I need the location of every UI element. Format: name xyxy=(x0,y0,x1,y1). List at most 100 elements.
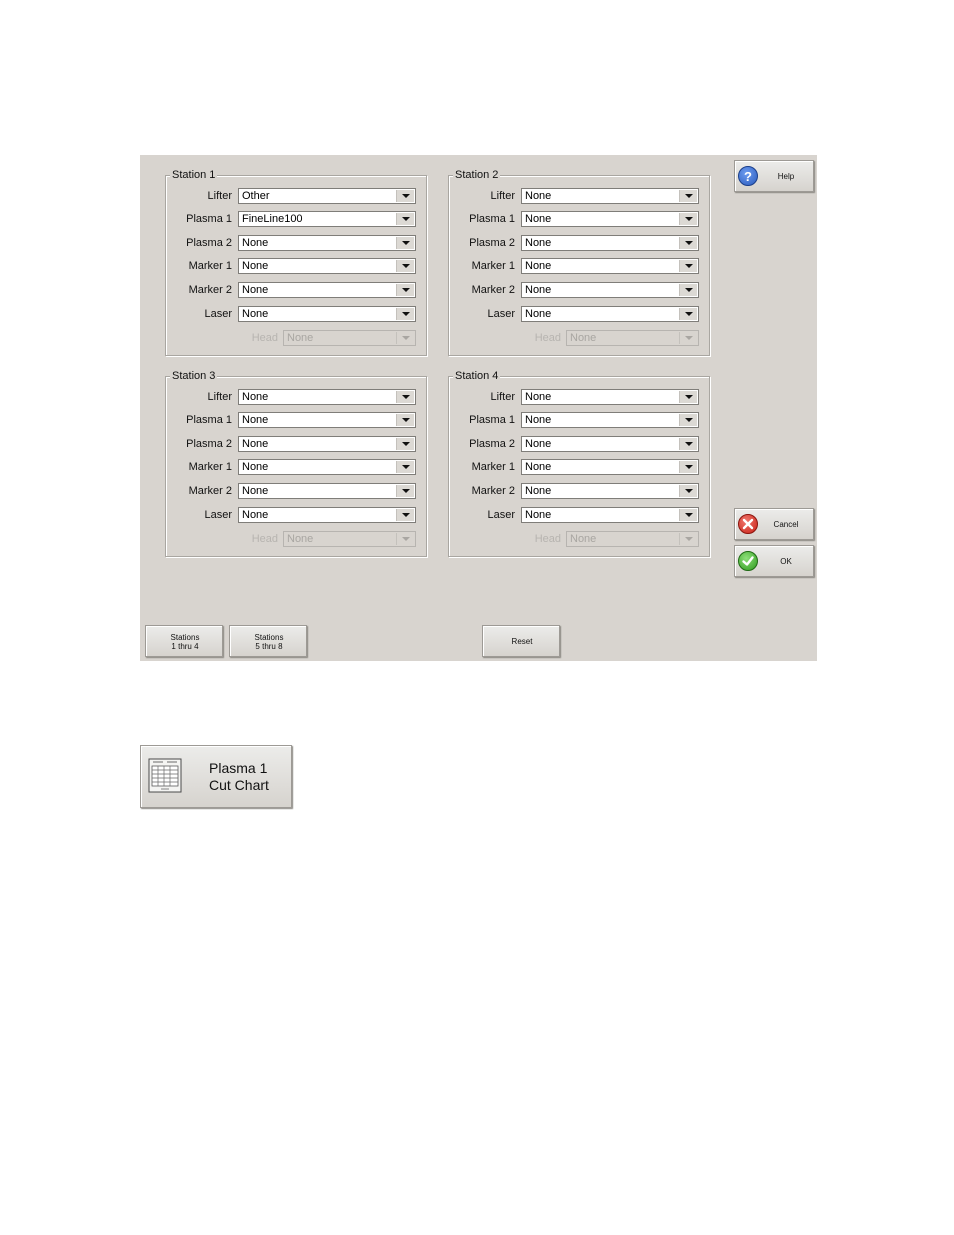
field-label: Head xyxy=(251,533,278,545)
chevron-down-icon[interactable] xyxy=(396,260,414,272)
reset-label: Reset xyxy=(511,637,533,646)
ok-label: OK xyxy=(780,557,792,566)
station-1-lifter-select[interactable]: Other xyxy=(238,188,416,204)
station-3-marker-2-select[interactable]: None xyxy=(238,483,416,499)
station-1-plasma-2-row: Plasma 2 None xyxy=(166,235,428,251)
station-4-group: Station 4 Lifter None Plasma 1 None Plas… xyxy=(448,369,711,557)
field-label: Marker 2 xyxy=(188,485,232,497)
select-value: None xyxy=(242,438,269,450)
field-label: Laser xyxy=(487,509,515,521)
stations-5-8-label-line2: 5 thru 8 xyxy=(255,642,283,651)
station-1-group: Station 1 Lifter Other Plasma 1 FineLine… xyxy=(165,168,428,356)
select-value: None xyxy=(242,461,269,473)
station-1-head-row: Head None xyxy=(166,330,428,346)
station-3-head-select: None xyxy=(283,531,416,547)
station-2-marker-2-select[interactable]: None xyxy=(521,282,699,298)
select-value: None xyxy=(525,485,552,497)
station-3-plasma-2-select[interactable]: None xyxy=(238,436,416,452)
station-3-marker-1-select[interactable]: None xyxy=(238,459,416,475)
station-2-lifter-row: Lifter None xyxy=(449,188,711,204)
select-value: None xyxy=(242,509,269,521)
station-2-plasma-2-select[interactable]: None xyxy=(521,235,699,251)
station-1-marker-1-row: Marker 1 None xyxy=(166,258,428,274)
chevron-down-icon[interactable] xyxy=(396,190,414,202)
station-1-marker-2-select[interactable]: None xyxy=(238,282,416,298)
chevron-down-icon[interactable] xyxy=(396,213,414,225)
chevron-down-icon[interactable] xyxy=(679,391,697,403)
chevron-down-icon[interactable] xyxy=(679,461,697,473)
select-value: None xyxy=(525,461,552,473)
select-value: None xyxy=(570,533,597,545)
field-label: Lifter xyxy=(490,190,515,202)
field-label: Marker 1 xyxy=(188,260,232,272)
chevron-down-icon[interactable] xyxy=(396,237,414,249)
field-label: Laser xyxy=(204,509,232,521)
chevron-down-icon[interactable] xyxy=(396,308,414,320)
chevron-down-icon[interactable] xyxy=(396,509,414,521)
field-label: Plasma 1 xyxy=(469,213,515,225)
station-4-lifter-select[interactable]: None xyxy=(521,389,699,405)
chevron-down-icon[interactable] xyxy=(679,485,697,497)
help-button[interactable]: ? Help xyxy=(734,160,814,192)
station-2-laser-select[interactable]: None xyxy=(521,306,699,322)
station-3-head-row: Head None xyxy=(166,531,428,547)
select-value: Other xyxy=(242,190,270,202)
chevron-down-icon[interactable] xyxy=(396,391,414,403)
field-label: Head xyxy=(534,533,561,545)
station-1-plasma-1-select[interactable]: FineLine100 xyxy=(238,211,416,227)
station-2-marker-1-select[interactable]: None xyxy=(521,258,699,274)
station-3-title: Station 3 xyxy=(170,369,218,383)
select-value: None xyxy=(525,308,552,320)
chevron-down-icon xyxy=(396,533,414,545)
station-3-laser-select[interactable]: None xyxy=(238,507,416,523)
station-1-head-select: None xyxy=(283,330,416,346)
plasma-1-cut-chart-button[interactable]: Plasma 1 Cut Chart xyxy=(140,745,292,808)
station-3-plasma-1-select[interactable]: None xyxy=(238,412,416,428)
field-label: Marker 2 xyxy=(471,284,515,296)
reset-button[interactable]: Reset xyxy=(482,625,560,657)
chevron-down-icon[interactable] xyxy=(396,284,414,296)
station-2-head-row: Head None xyxy=(449,330,711,346)
stations-5-thru-8-button[interactable]: Stations 5 thru 8 xyxy=(229,625,307,657)
chevron-down-icon[interactable] xyxy=(679,260,697,272)
chevron-down-icon[interactable] xyxy=(679,284,697,296)
select-value: None xyxy=(570,332,597,344)
chevron-down-icon[interactable] xyxy=(679,213,697,225)
station-2-plasma-2-row: Plasma 2 None xyxy=(449,235,711,251)
chevron-down-icon xyxy=(396,332,414,344)
station-4-plasma-2-select[interactable]: None xyxy=(521,436,699,452)
select-value: None xyxy=(525,190,552,202)
station-4-marker-2-select[interactable]: None xyxy=(521,483,699,499)
station-3-marker-2-row: Marker 2 None xyxy=(166,483,428,499)
chevron-down-icon[interactable] xyxy=(679,438,697,450)
station-4-plasma-1-select[interactable]: None xyxy=(521,412,699,428)
station-2-lifter-select[interactable]: None xyxy=(521,188,699,204)
station-4-marker-1-select[interactable]: None xyxy=(521,459,699,475)
station-2-plasma-1-select[interactable]: None xyxy=(521,211,699,227)
chevron-down-icon[interactable] xyxy=(396,414,414,426)
chevron-down-icon[interactable] xyxy=(396,438,414,450)
chevron-down-icon[interactable] xyxy=(679,414,697,426)
station-4-plasma-2-row: Plasma 2 None xyxy=(449,436,711,452)
chevron-down-icon[interactable] xyxy=(679,308,697,320)
select-value: None xyxy=(242,391,269,403)
chevron-down-icon[interactable] xyxy=(679,190,697,202)
station-3-lifter-select[interactable]: None xyxy=(238,389,416,405)
station-4-laser-select[interactable]: None xyxy=(521,507,699,523)
station-2-plasma-1-row: Plasma 1 None xyxy=(449,211,711,227)
chevron-down-icon[interactable] xyxy=(679,509,697,521)
field-label: Marker 2 xyxy=(188,284,232,296)
station-3-lifter-row: Lifter None xyxy=(166,389,428,405)
chevron-down-icon[interactable] xyxy=(679,237,697,249)
station-1-plasma-2-select[interactable]: None xyxy=(238,235,416,251)
cancel-button[interactable]: Cancel xyxy=(734,508,814,540)
chevron-down-icon[interactable] xyxy=(396,461,414,473)
field-label: Lifter xyxy=(207,391,232,403)
ok-button[interactable]: OK xyxy=(734,545,814,577)
chevron-down-icon[interactable] xyxy=(396,485,414,497)
station-1-marker-1-select[interactable]: None xyxy=(238,258,416,274)
station-1-title: Station 1 xyxy=(170,168,218,182)
station-1-plasma-1-row: Plasma 1 FineLine100 xyxy=(166,211,428,227)
stations-1-thru-4-button[interactable]: Stations 1 thru 4 xyxy=(145,625,223,657)
station-1-laser-select[interactable]: None xyxy=(238,306,416,322)
